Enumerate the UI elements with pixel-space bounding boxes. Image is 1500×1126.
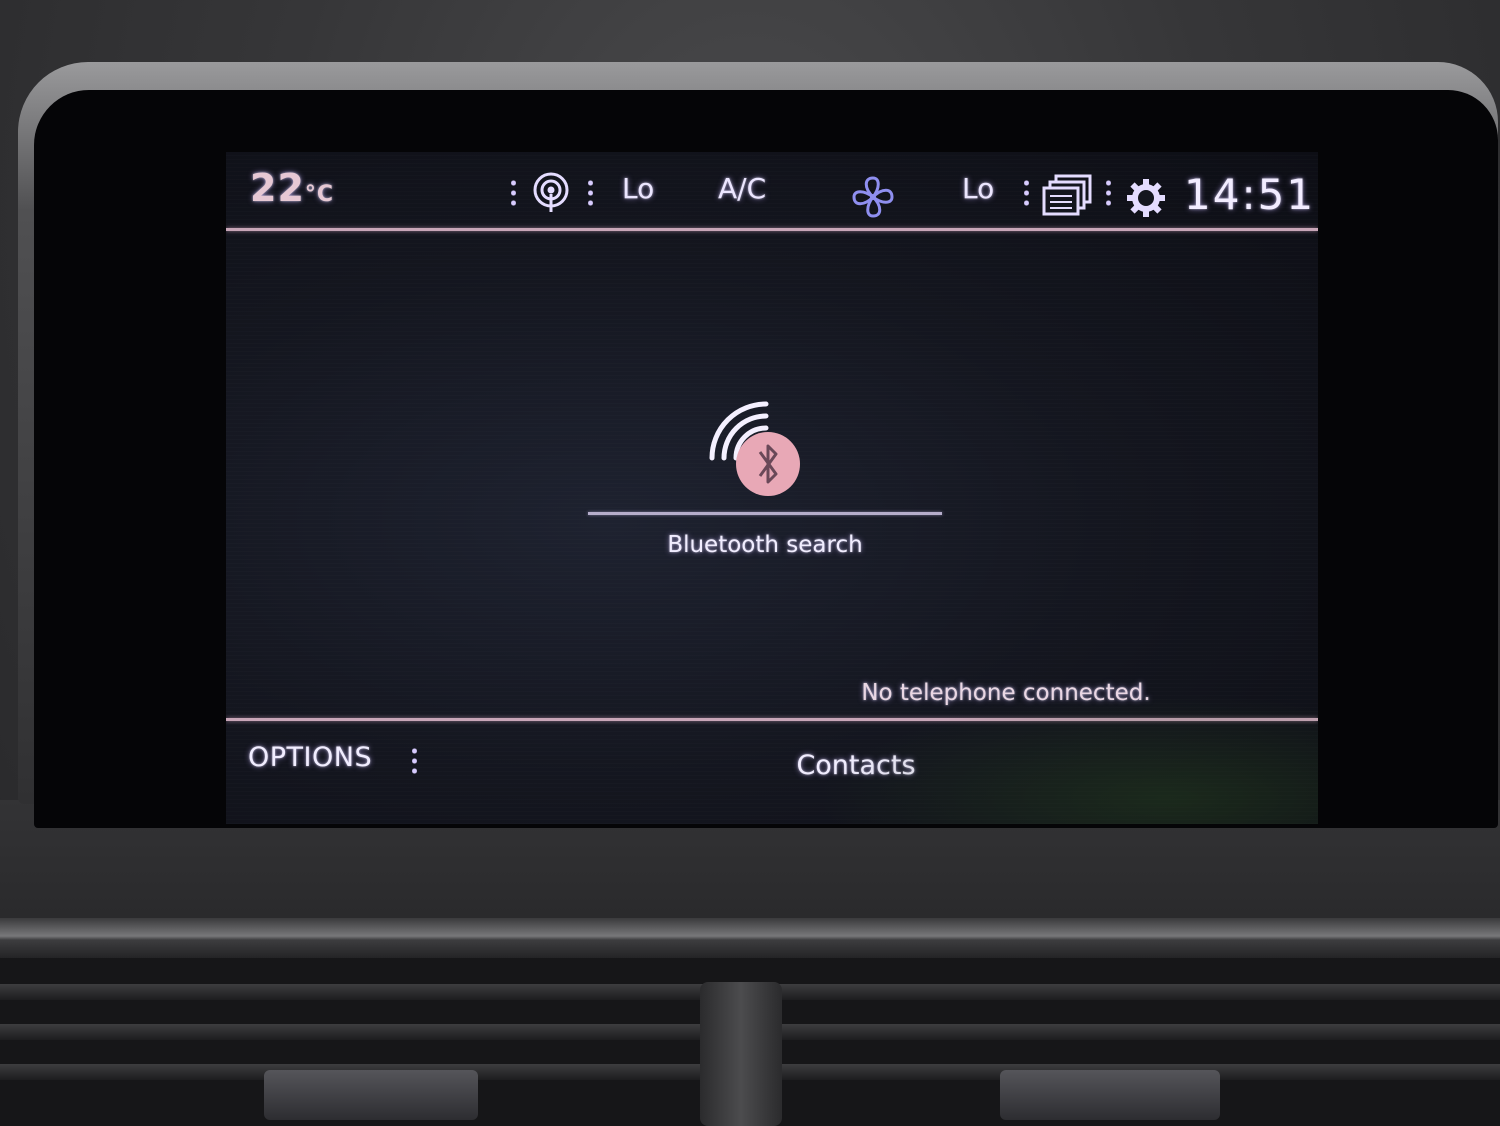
clock: 14:51	[1184, 170, 1316, 219]
separator-dots	[1024, 178, 1029, 208]
vent-tab[interactable]	[1000, 1070, 1220, 1120]
windows-icon[interactable]	[1042, 174, 1094, 218]
options-button[interactable]: OPTIONS	[248, 742, 372, 773]
vent-knob[interactable]	[700, 982, 782, 1126]
bluetooth-search-icon[interactable]	[704, 392, 814, 502]
bluetooth-search-label[interactable]: Bluetooth search	[588, 532, 942, 558]
gear-icon[interactable]	[1124, 176, 1168, 220]
infotainment-display: 22°C Lo A/C Lo 14:51 Bluetooth search No…	[226, 152, 1318, 824]
fan-speed-right[interactable]: Lo	[962, 172, 994, 205]
fan-speed-left[interactable]: Lo	[622, 172, 654, 205]
fan-icon[interactable]	[850, 174, 896, 220]
temperature-value: 22	[250, 166, 305, 210]
separator-dots	[588, 178, 593, 208]
separator-dots	[1106, 178, 1111, 208]
separator-dots	[511, 178, 516, 208]
contacts-button[interactable]: Contacts	[766, 750, 946, 781]
options-menu-dots[interactable]	[412, 746, 417, 776]
connection-status-message: No telephone connected.	[861, 680, 1151, 706]
temperature-unit: °C	[304, 182, 335, 207]
bottom-divider	[226, 718, 1318, 721]
temperature-readout[interactable]: 22°C	[250, 166, 334, 210]
dashboard-trim-strip	[0, 918, 1500, 958]
climate-status-bar: 22°C Lo A/C Lo 14:51	[226, 152, 1318, 230]
ac-button[interactable]: A/C	[718, 172, 766, 205]
search-progress-line	[588, 512, 942, 515]
air-recirculation-icon[interactable]	[530, 170, 572, 216]
vent-tab[interactable]	[264, 1070, 478, 1120]
top-divider	[226, 228, 1318, 231]
